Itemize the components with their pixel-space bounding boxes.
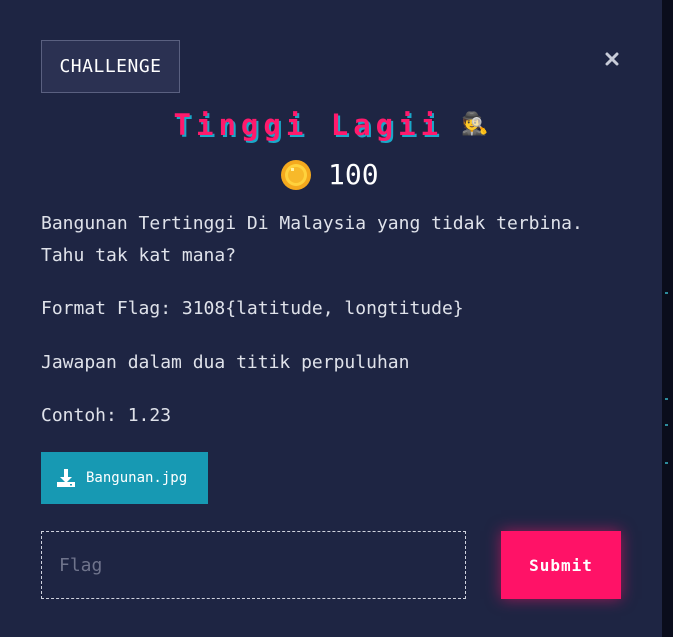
points-value: 100: [328, 158, 379, 191]
background-mark: [665, 292, 668, 294]
close-button[interactable]: [600, 47, 624, 71]
flag-input[interactable]: [41, 531, 466, 599]
coin-icon: [281, 159, 311, 190]
challenge-title: Tinggi Lagii: [173, 108, 444, 142]
description-example: Contoh: 1.23: [41, 405, 172, 426]
detective-icon: 🕵: [461, 112, 489, 137]
attachment-label: Bangunan.jpg: [86, 470, 188, 486]
background-mark: [665, 424, 668, 426]
tab-challenge[interactable]: CHALLENGE: [41, 40, 180, 93]
submit-button[interactable]: Submit: [501, 531, 621, 599]
close-icon: [605, 52, 619, 66]
background-page-edge: [662, 0, 673, 637]
description-format: Format Flag: 3108{latitude, longtitude}: [41, 298, 464, 319]
background-mark: [665, 398, 668, 400]
description-line-2: Tahu tak kat mana?: [41, 245, 237, 266]
download-attachment-button[interactable]: Bangunan.jpg: [41, 452, 208, 504]
tab-challenge-label: CHALLENGE: [59, 56, 162, 77]
description-line-1: Bangunan Tertinggi Di Malaysia yang tida…: [41, 213, 583, 234]
description-precision: Jawapan dalam dua titik perpuluhan: [41, 352, 410, 373]
title-row: Tinggi Lagii 🕵: [0, 108, 662, 142]
download-icon: [57, 469, 75, 487]
background-mark: [665, 462, 668, 464]
challenge-modal: CHALLENGE Tinggi Lagii 🕵 100 Bangunan Te…: [0, 0, 662, 637]
points-row: 100: [280, 158, 379, 191]
